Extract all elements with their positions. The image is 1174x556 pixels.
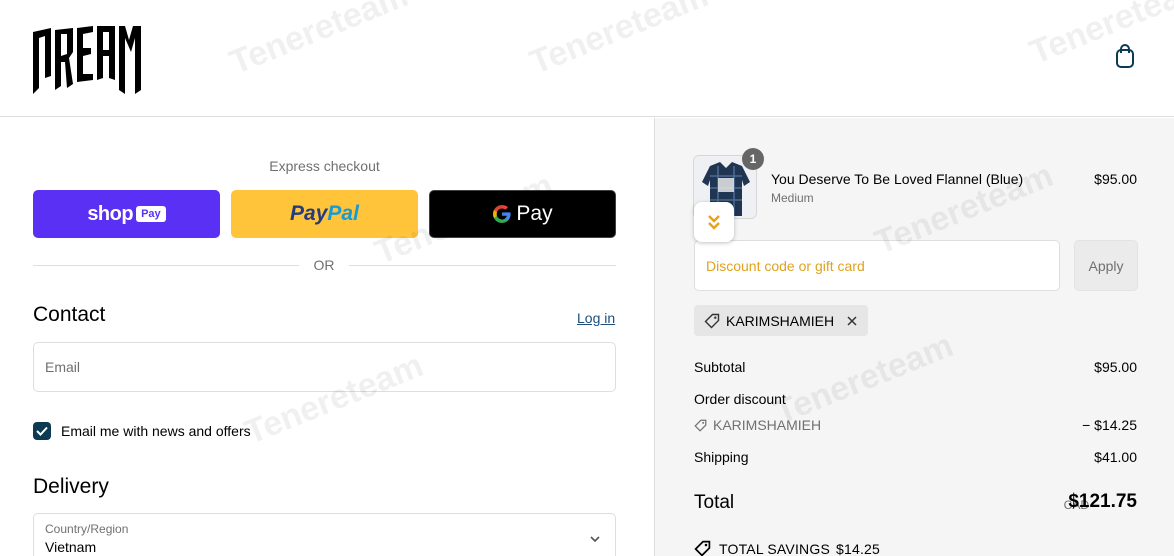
quantity-badge: 1	[742, 148, 764, 170]
total-savings: TOTAL SAVINGS $14.25	[694, 540, 880, 556]
paypal-button[interactable]: PayPal	[231, 190, 418, 238]
shopping-bag-icon[interactable]	[1112, 43, 1138, 69]
total-value: $121.75	[1068, 491, 1137, 512]
shop-pay-word: shop	[87, 202, 134, 225]
tag-icon	[694, 540, 711, 556]
tag-icon	[694, 419, 707, 432]
double-chevron-down-icon	[708, 215, 720, 230]
order-discount-code-text: KARIMSHAMIEH	[713, 417, 822, 433]
google-g-icon	[493, 205, 512, 223]
newsletter-label: Email me with news and offers	[61, 423, 251, 439]
newsletter-checkbox[interactable]	[33, 422, 51, 440]
subtotal-label: Subtotal	[694, 359, 746, 375]
divider-line	[33, 265, 299, 266]
google-pay-button[interactable]: Pay	[429, 190, 616, 238]
savings-label: TOTAL SAVINGS	[719, 540, 830, 556]
country-value: Vietnam	[45, 539, 97, 555]
applied-discount-tag: KARIMSHAMIEH	[694, 305, 869, 336]
coupon-extension-button[interactable]	[694, 202, 734, 242]
or-text: OR	[313, 257, 335, 273]
applied-code-text: KARIMSHAMIEH	[726, 312, 835, 329]
total-label: Total	[694, 492, 735, 513]
email-field[interactable]	[34, 343, 615, 391]
delivery-title: Delivery	[33, 475, 109, 498]
google-pay-text: Pay	[516, 202, 553, 225]
order-discount-value: − $14.25	[1082, 417, 1137, 433]
newsletter-row: Email me with news and offers	[33, 421, 251, 441]
product-name: You Deserve To Be Loved Flannel (Blue)	[771, 171, 1024, 187]
product-price: $95.00	[1094, 171, 1137, 187]
login-link[interactable]: Log in	[577, 310, 615, 326]
country-select[interactable]: Country/Region Vietnam	[33, 513, 616, 556]
checkout-form: Express checkout shop Pay PayPal Pay OR …	[0, 118, 654, 556]
country-label: Country/Region	[45, 522, 129, 536]
checkmark-icon	[36, 426, 48, 436]
shop-pay-button[interactable]: shop Pay	[33, 190, 220, 238]
or-divider: OR	[33, 257, 616, 273]
tag-icon	[704, 313, 720, 328]
order-summary: 1 You Deserve To Be Loved Flannel (Blue)…	[654, 118, 1174, 556]
product-variant: Medium	[771, 191, 814, 205]
express-checkout-title: Express checkout	[269, 158, 380, 174]
header	[0, 0, 1174, 117]
paypal-logo: PayPal	[290, 202, 359, 225]
shipping-label: Shipping	[694, 449, 749, 465]
subtotal-value: $95.00	[1094, 359, 1137, 375]
apply-button[interactable]: Apply	[1074, 240, 1138, 291]
chevron-down-icon	[590, 536, 600, 543]
shipping-value: $41.00	[1094, 449, 1137, 465]
email-field-wrapper	[33, 342, 616, 392]
discount-field-wrapper	[694, 240, 1060, 291]
close-icon[interactable]	[846, 315, 858, 327]
savings-value: $14.25	[836, 540, 881, 556]
divider-line	[349, 265, 616, 266]
order-discount-label: Order discount	[694, 391, 786, 407]
order-discount-code: KARIMSHAMIEH	[694, 417, 821, 433]
contact-title: Contact	[33, 303, 106, 326]
shop-pay-badge: Pay	[136, 206, 166, 222]
dream-logo[interactable]	[31, 18, 147, 96]
discount-code-field[interactable]	[695, 241, 1059, 290]
